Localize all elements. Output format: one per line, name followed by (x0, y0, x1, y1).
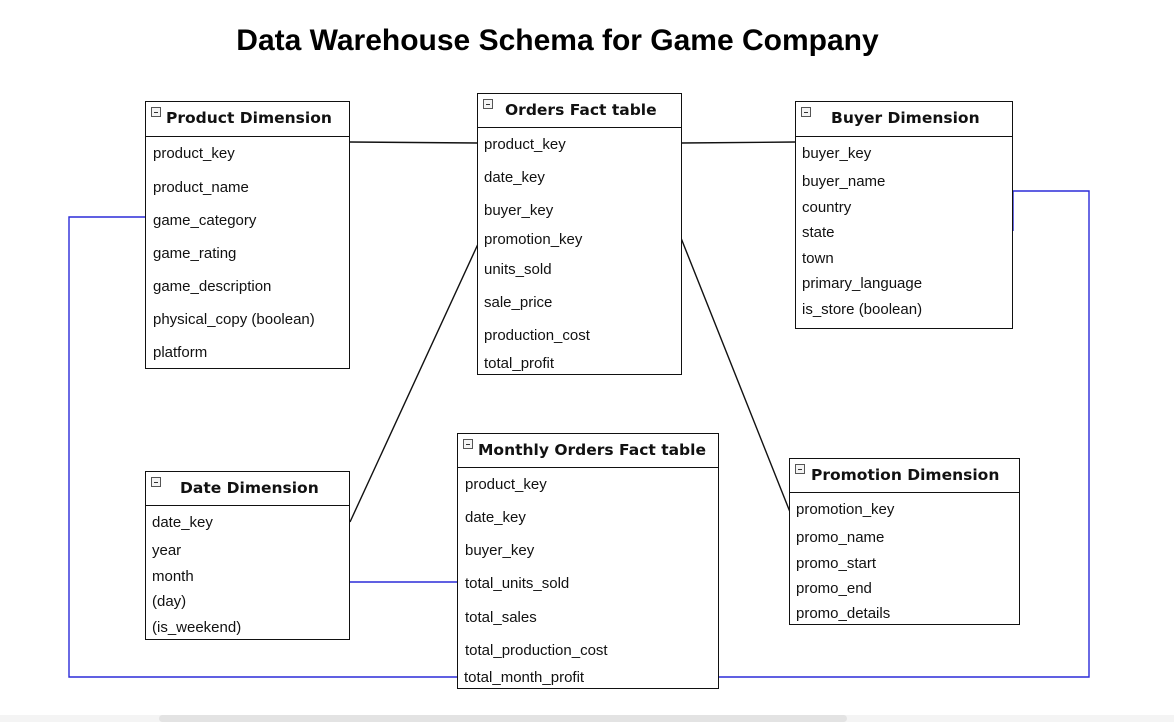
field-product-key: product_key (465, 476, 547, 493)
field-game-category: game_category (153, 212, 257, 229)
collapse-icon[interactable] (801, 107, 811, 117)
collapse-icon[interactable] (463, 439, 473, 449)
field-promo-name: promo_name (796, 529, 885, 546)
field-sale-price: sale_price (484, 294, 553, 311)
field-town: town (802, 250, 834, 267)
table-title: Product Dimension (166, 109, 332, 127)
table-title: Monthly Orders Fact table (478, 441, 706, 459)
link-orders-buyer (680, 141, 797, 144)
field-total-production-cost: total_production_cost (465, 642, 608, 659)
field-promo-start: promo_start (796, 555, 877, 572)
field-total-units-sold: total_units_sold (465, 575, 570, 592)
field-promotion-key: promotion_key (484, 231, 583, 248)
collapse-icon[interactable] (151, 107, 161, 117)
field-buyer-key: buyer_key (465, 542, 535, 559)
table-header: Promotion Dimension (790, 459, 1019, 493)
horizontal-scrollbar-thumb[interactable] (159, 715, 847, 722)
field-game-description: game_description (153, 278, 272, 295)
field-day: (day) (152, 593, 187, 610)
field-date-key: date_key (152, 514, 213, 531)
field-platform: platform (153, 344, 208, 361)
table-header: Product Dimension (146, 102, 349, 137)
table-title: Promotion Dimension (811, 466, 1000, 484)
field-year: year (152, 542, 182, 559)
field-physical-copy: physical_copy (boolean) (153, 311, 315, 328)
field-production-cost: production_cost (484, 327, 590, 344)
table-title: Orders Fact table (505, 101, 657, 119)
field-is-store: is_store (boolean) (802, 301, 923, 318)
table-header: Date Dimension (146, 472, 349, 506)
field-total-month-profit: total_month_profit (464, 669, 585, 686)
table-title: Date Dimension (180, 479, 319, 497)
date-dimension-table[interactable]: Date Dimension date_key year month (day)… (145, 471, 350, 640)
field-state: state (802, 224, 835, 241)
field-buyer-key: buyer_key (484, 202, 554, 219)
field-primary-language: primary_language (802, 275, 923, 292)
field-promotion-key: promotion_key (796, 501, 895, 518)
field-month: month (152, 568, 194, 585)
collapse-icon[interactable] (483, 99, 493, 109)
field-is-weekend: (is_weekend) (152, 619, 242, 636)
promotion-dimension-table[interactable]: Promotion Dimension promotion_key promo_… (789, 458, 1020, 625)
field-date-key: date_key (484, 169, 545, 186)
table-header: Monthly Orders Fact table (458, 434, 718, 468)
table-title: Buyer Dimension (831, 109, 980, 127)
field-promo-details: promo_details (796, 605, 891, 622)
field-game-rating: game_rating (153, 245, 237, 262)
link-product-orders (348, 141, 479, 144)
buyer-dimension-table[interactable]: Buyer Dimension buyer_key buyer_name cou… (795, 101, 1013, 329)
monthly-orders-fact-table[interactable]: Monthly Orders Fact table product_key da… (457, 433, 719, 689)
product-dimension-table[interactable]: Product Dimension product_key product_na… (145, 101, 350, 369)
field-product-name: product_name (153, 179, 249, 196)
field-product-key: product_key (484, 136, 566, 153)
field-date-key: date_key (465, 509, 526, 526)
field-product-key: product_key (153, 145, 235, 162)
collapse-icon[interactable] (151, 477, 161, 487)
orders-fact-table[interactable]: Orders Fact table product_key date_key b… (477, 93, 682, 375)
collapse-icon[interactable] (795, 464, 805, 474)
field-buyer-name: buyer_name (802, 173, 886, 190)
field-country: country (802, 199, 852, 216)
field-total-profit: total_profit (484, 355, 555, 372)
field-units-sold: units_sold (484, 261, 552, 278)
field-promo-end: promo_end (796, 580, 872, 597)
field-buyer-key: buyer_key (802, 145, 872, 162)
table-header: Orders Fact table (478, 94, 681, 128)
table-header: Buyer Dimension (796, 102, 1012, 137)
field-total-sales: total_sales (465, 609, 537, 626)
